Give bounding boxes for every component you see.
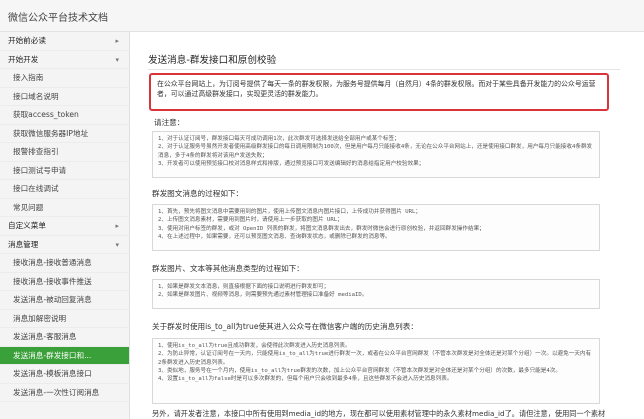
sidebar-item[interactable]: 接入指南 [0, 69, 129, 88]
sidebar-item[interactable]: 接口在线调试 [0, 180, 129, 199]
sidebar-item-label: 接收消息-接收事件推送 [13, 276, 92, 286]
sidebar-item[interactable]: 获取access_token [0, 106, 129, 125]
history-box: 1、使用is_to_all为true且成功群发，会使得此次群发进入历史消息列表。… [152, 338, 600, 404]
footer-paragraph: 另外，请开发者注意，本接口中所有使用到media_id的地方，现在都可以使用素材… [152, 409, 606, 418]
sidebar-item-label: 获取access_token [13, 110, 79, 119]
image-process-label: 群发图片、文本等其他消息类型的过程如下： [152, 264, 304, 273]
page-title: 发送消息-群发接口和原创校验 [148, 55, 277, 66]
sidebar-item[interactable]: 发送消息-群发接口和... [0, 346, 129, 365]
sidebar-item-label: 发送消息-被动回复消息 [13, 295, 92, 304]
sidebar-item[interactable]: 消息加解密说明 [0, 310, 129, 328]
history-label: 关于群发时使用is_to_all为true使其进入公众号在微信客户端的历史消息列… [152, 322, 418, 331]
note-line: 4、在上述过程中，如果需要，还可以预览图文消息、查询群发状态，或删除已群发的消息… [158, 233, 391, 240]
intro-text: 在公众平台网站上，为订阅号提供了每天一条的群发权限，为服务号提供每月（自然月）4… [157, 80, 596, 99]
sidebar-item[interactable]: 接收消息-接收普通消息 [0, 254, 129, 273]
notice-box: 1、对于认证订阅号，群发接口每天可成功调用1次，此次群发可选择发送给全部用户或某… [152, 131, 600, 178]
sidebar-nav: 开始前必读 ▸ 开始开发 ▾ 接入指南接口域名说明获取access_token 获取微信服… [0, 32, 130, 419]
note-line: 3、开发者可以使用预览接口校对消息样式和排版，通过预览接口可发送编辑好的消息给指… [158, 160, 425, 167]
site-title: 微信公众平台技术文档 [8, 13, 108, 24]
sidebar-item-label: 接口域名说明 [13, 91, 59, 101]
sidebar-item[interactable]: 获取微信服务器IP地址 [0, 125, 129, 143]
sidebar-item-label: 开始开发 [8, 54, 39, 64]
top-bar: 微信公众平台技术文档 [0, 0, 644, 32]
sidebar-item-label: 开始前必读 [8, 36, 46, 45]
sidebar-item-label: 自定义菜单 [8, 221, 46, 230]
note-line: 2、如果是群发图片、视频等消息，则需要预先通过素材管理接口准备好 mediaID… [158, 292, 368, 299]
process-label: 群发图文消息的过程如下： [152, 189, 244, 198]
sidebar-item[interactable]: 发送消息-客服消息 [0, 328, 129, 347]
sidebar-item-label: 发送消息-模板消息接口 [13, 369, 92, 378]
main-content: 发送消息-群发接口和原创校验 在公众平台网站上，为订阅号提供了每天一条的群发权限… [130, 32, 644, 419]
intro-highlight-box: 在公众平台网站上，为订阅号提供了每天一条的群发权限，为服务号提供每月（自然月）4… [149, 73, 609, 111]
sidebar-item[interactable]: 开始开发 ▾ [0, 51, 129, 69]
notice-label: 请注意： [154, 118, 185, 127]
sidebar-item[interactable]: 开始前必读 ▸ [0, 32, 129, 51]
sidebar-item-label: 发送消息-群发接口和... [13, 350, 92, 360]
sidebar-item[interactable]: 消息管理 ▾ [0, 236, 129, 254]
note-line: 1、首先，预先将图文消息中需要用到的图片，使用上传图文消息内图片接口，上传成功并… [158, 209, 421, 215]
sidebar-item[interactable]: 发送消息-一次性订阅消息 [0, 384, 129, 402]
sidebar-item-label: 常见问题 [13, 202, 44, 212]
note-line: 1、如果是群发文本消息，则直接根据下面的接口说明进行群发即可； [158, 284, 330, 290]
sidebar-item-label: 报警排查指引 [13, 147, 59, 156]
chevron-down-icon: ▾ [115, 55, 119, 64]
note-line: 1、对于认证订阅号，群发接口每天可成功调用1次，此次群发可选择发送给全部用户或某… [158, 136, 400, 142]
chevron-down-icon: ▾ [115, 240, 119, 249]
sidebar-item[interactable]: 接口域名说明 [0, 88, 129, 106]
sidebar-item[interactable]: 报警排查指引 [0, 143, 129, 162]
note-line: 3、使用对用户标签的群发，或对 OpenID 列表的群发，将图文消息群发出去，群… [158, 225, 485, 232]
title-divider [148, 69, 620, 70]
note-line: 1、使用is_to_all为true且成功群发，会使得此次群发进入历史消息列表。 [158, 343, 351, 349]
sidebar-item-label: 发送消息-客服消息 [13, 332, 77, 341]
note-line: 2、对于认证服务号虽然开发者使用高级群发接口的每日调用限制为100次，但是用户每… [158, 144, 593, 159]
sidebar-item[interactable]: 自定义菜单 ▸ [0, 217, 129, 236]
sidebar-item-label: 接收消息-接收普通消息 [13, 258, 92, 267]
chevron-right-icon: ▸ [115, 37, 119, 45]
sidebar-item[interactable]: 发送消息-被动回复消息 [0, 291, 129, 310]
sidebar-item-label: 接口测试号申请 [13, 165, 67, 175]
chevron-right-icon: ▸ [115, 222, 119, 230]
process-box: 1、首先，预先将图文消息中需要用到的图片，使用上传图文消息内图片接口，上传成功并… [152, 204, 600, 251]
sidebar-item[interactable]: 常见问题 [0, 199, 129, 217]
sidebar-item-label: 获取微信服务器IP地址 [13, 128, 89, 138]
note-line: 2、上传图文消息素材，需要用到图片时，请使用上一步获取的图片 URL； [158, 217, 343, 224]
sidebar-item-label: 接口在线调试 [13, 184, 59, 193]
note-line: 2、为防止异常，认证订阅号在一天内，只能使用is_to_all为true进行群发… [158, 351, 592, 366]
sidebar-item-label: 消息加解密说明 [13, 313, 67, 323]
note-line: 3、类似地，服务号在一个月内，使用is_to_all为true群发的次数，加上公… [158, 367, 561, 374]
sidebar-item-label: 接入指南 [13, 73, 44, 82]
sidebar-item-label: 消息管理 [8, 239, 39, 249]
sidebar-item[interactable]: 接收消息-接收事件推送 [0, 273, 129, 291]
note-line: 4、设置is_to_all为false时是可以多次群发的，但每个用户只会收到最多… [158, 376, 453, 383]
sidebar-item[interactable]: 发送消息-模板消息接口 [0, 365, 129, 384]
sidebar-item-label: 发送消息-一次性订阅消息 [13, 387, 100, 397]
sidebar-item[interactable]: 接口测试号申请 [0, 162, 129, 180]
image-process-box: 1、如果是群发文本消息，则直接根据下面的接口说明进行群发即可； 2、如果是群发图片… [152, 279, 600, 309]
